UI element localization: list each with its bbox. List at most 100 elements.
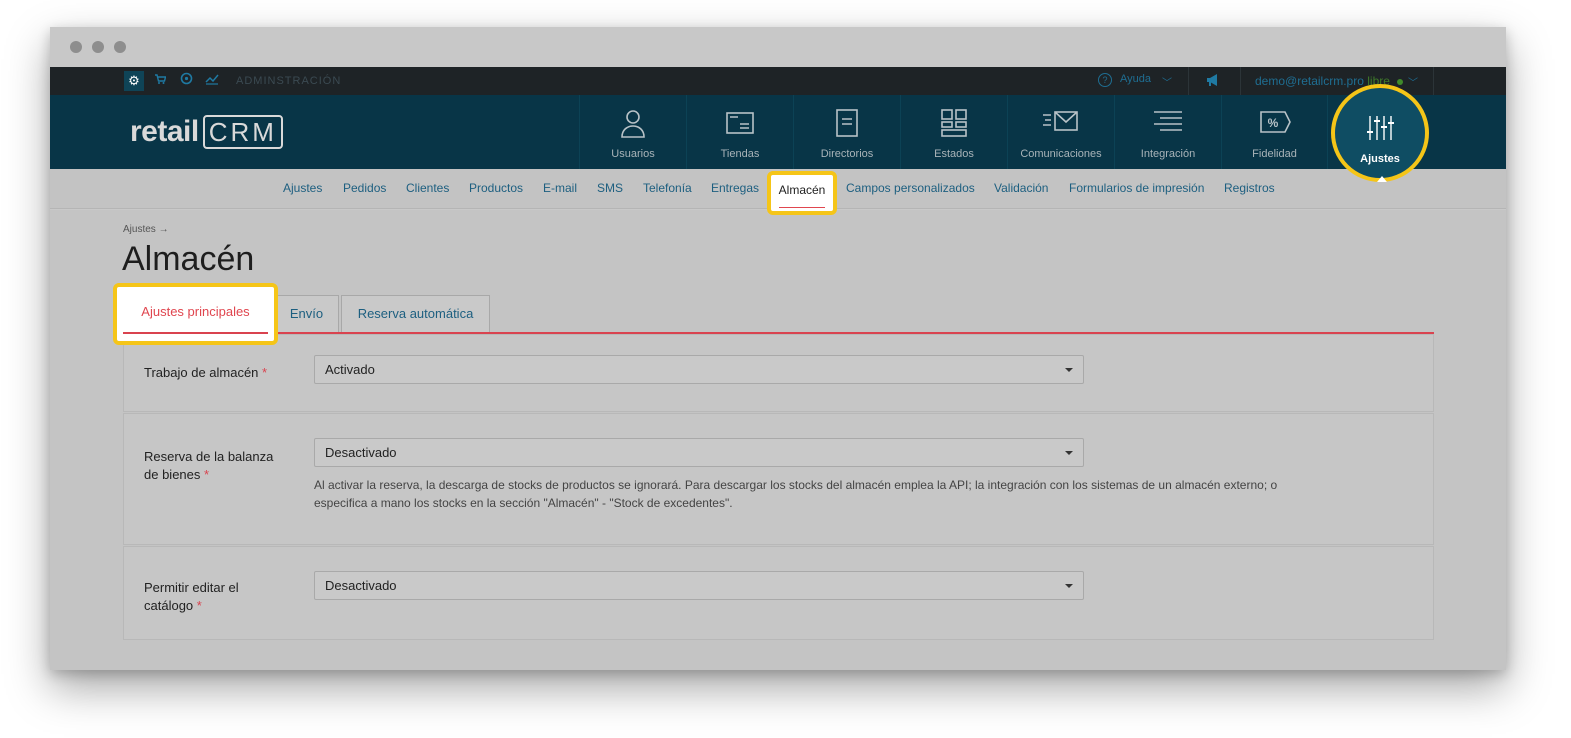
subnav-sms[interactable]: SMS — [597, 181, 623, 195]
warehouse-select-value: Activado — [325, 362, 375, 377]
catalog-select[interactable]: Desactivado — [314, 571, 1084, 600]
analytics-icon[interactable] — [202, 71, 222, 91]
subnav-almacen-label: Almacén — [778, 183, 826, 197]
catalog-select-value: Desactivado — [325, 578, 397, 593]
subnav-entregas[interactable]: Entregas — [711, 181, 759, 195]
field-card-catalog: Permitir editar el catálogo * Desactivad… — [123, 546, 1434, 640]
cart-icon[interactable] — [150, 71, 170, 91]
main-navigation: retail CRM Usuarios Tiendas Directorios E… — [50, 95, 1506, 169]
catalog-label: Permitir editar el catálogo * — [144, 579, 239, 615]
chevron-down-icon[interactable]: ﹀ — [1162, 74, 1172, 89]
maximize-window-dot[interactable] — [114, 41, 126, 53]
catalog-label-line2: catálogo — [144, 598, 194, 613]
subnav-clientes[interactable]: Clientes — [406, 181, 449, 195]
subnav-campos-personalizados[interactable]: Campos personalizados — [846, 181, 975, 195]
svg-text:%: % — [1267, 116, 1278, 130]
nav-tiendas[interactable]: Tiendas — [686, 95, 793, 169]
field-card-reserve: Reserva de la balanza de bienes * Desact… — [123, 413, 1434, 545]
subnav-formularios[interactable]: Formularios de impresión — [1069, 181, 1204, 195]
minimize-window-dot[interactable] — [92, 41, 104, 53]
sliders-icon — [1367, 116, 1394, 140]
caret-down-icon — [1065, 584, 1073, 588]
subnav-email[interactable]: E-mail — [543, 181, 577, 195]
reserve-hint-line2: especifica a mano los stocks en la secci… — [314, 496, 733, 510]
nav-integracion[interactable]: Integración — [1114, 95, 1221, 169]
envelope-icon — [1043, 111, 1078, 131]
reserve-label-line1: Reserva de la balanza — [144, 449, 274, 464]
tab-ajustes-principales[interactable]: Ajustes principales — [113, 283, 278, 345]
logo-crm-text: CRM — [202, 115, 283, 149]
grid-icon — [941, 109, 967, 137]
online-status-dot — [1397, 79, 1404, 85]
logo-text: retail — [130, 115, 199, 148]
nav-usuarios-label: Usuarios — [611, 148, 655, 160]
chevron-down-icon[interactable]: ﹀ — [1408, 74, 1418, 89]
user-icon — [621, 110, 645, 138]
document-icon — [836, 109, 858, 137]
close-window-dot[interactable] — [70, 41, 82, 53]
breadcrumb[interactable]: Ajustes → — [123, 224, 169, 235]
megaphone-icon[interactable] — [1205, 73, 1221, 92]
required-marker: * — [262, 365, 268, 380]
nav-estados[interactable]: Estados — [900, 95, 1007, 169]
help-icon[interactable]: ? — [1098, 73, 1112, 87]
help-link[interactable]: Ayuda — [1120, 73, 1151, 85]
required-marker: * — [196, 598, 202, 613]
warehouse-label: Trabajo de almacén * — [144, 364, 267, 382]
reserve-select[interactable]: Desactivado — [314, 438, 1084, 467]
active-indicator — [1377, 176, 1387, 182]
admin-topbar: ⚙ ADMINSTRACIÓN ? Ayuda ﹀ demo@retailcrm… — [50, 67, 1506, 95]
page-title: Almacén — [122, 240, 255, 278]
warehouse-select[interactable]: Activado — [314, 355, 1084, 384]
gear-icon[interactable]: ⚙ — [124, 71, 144, 91]
subnav-active-underline — [779, 207, 825, 208]
nav-integracion-label: Integración — [1140, 148, 1196, 160]
nav-fidelidad[interactable]: % Fidelidad — [1221, 95, 1328, 169]
required-marker: * — [204, 467, 210, 482]
warehouse-label-text: Trabajo de almacén — [144, 365, 259, 380]
nav-estados-label: Estados — [934, 148, 974, 160]
tab-ajustes-principales-label: Ajustes principales — [141, 304, 250, 319]
nav-usuarios[interactable]: Usuarios — [579, 95, 686, 169]
caret-down-icon — [1065, 368, 1073, 372]
user-email: demo@retailcrm.pro — [1255, 74, 1364, 88]
tab-reserva-automatica[interactable]: Reserva automática — [341, 295, 490, 333]
nav-ajustes[interactable]: Ajustes — [1331, 84, 1429, 182]
nav-fidelidad-label: Fidelidad — [1252, 148, 1297, 160]
topbar-divider — [1433, 67, 1434, 95]
reserve-label-line2: de bienes — [144, 467, 201, 482]
store-icon — [726, 112, 754, 134]
window-titlebar — [50, 27, 1506, 67]
percent-tag-icon: % — [1259, 111, 1291, 133]
nav-tiendas-label: Tiendas — [720, 148, 760, 160]
nav-directorios-label: Directorios — [820, 148, 874, 160]
subnav-ajustes[interactable]: Ajustes — [283, 181, 322, 195]
retailcrm-logo[interactable]: retail CRM — [130, 115, 283, 149]
subnav-validacion[interactable]: Validación — [994, 181, 1048, 195]
nav-directorios[interactable]: Directorios — [793, 95, 900, 169]
subnav-almacen[interactable]: Almacén — [767, 171, 837, 215]
nav-comunicaciones-label: Comunicaciones — [1020, 148, 1102, 160]
subnav-telefonia[interactable]: Telefonía — [643, 181, 692, 195]
reserve-select-value: Desactivado — [325, 445, 397, 460]
admin-label: ADMINSTRACIÓN — [236, 75, 342, 87]
target-icon[interactable] — [176, 71, 196, 91]
tab-active-underline — [123, 332, 268, 334]
catalog-label-line1: Permitir editar el — [144, 580, 239, 595]
nav-comunicaciones[interactable]: Comunicaciones — [1007, 95, 1114, 169]
subnav-pedidos[interactable]: Pedidos — [343, 181, 386, 195]
subnav-registros[interactable]: Registros — [1224, 181, 1275, 195]
reserve-hint: Al activar la reserva, la descarga de st… — [314, 476, 1314, 512]
caret-down-icon — [1065, 451, 1073, 455]
reserve-hint-line1: Al activar la reserva, la descarga de st… — [314, 478, 1278, 492]
topbar-divider — [1188, 67, 1189, 95]
lines-icon — [1154, 111, 1182, 131]
reserve-label: Reserva de la balanza de bienes * — [144, 448, 273, 484]
page-content: Ajustes → Almacén Envío Reserva automáti… — [50, 210, 1506, 670]
browser-window: ⚙ ADMINSTRACIÓN ? Ayuda ﹀ demo@retailcrm… — [50, 27, 1506, 670]
tab-envio[interactable]: Envío — [274, 295, 339, 333]
topbar-divider — [1240, 67, 1241, 95]
nav-ajustes-label: Ajustes — [1360, 153, 1400, 165]
subnav-productos[interactable]: Productos — [469, 181, 523, 195]
field-card-warehouse: Trabajo de almacén * Activado — [123, 334, 1434, 412]
